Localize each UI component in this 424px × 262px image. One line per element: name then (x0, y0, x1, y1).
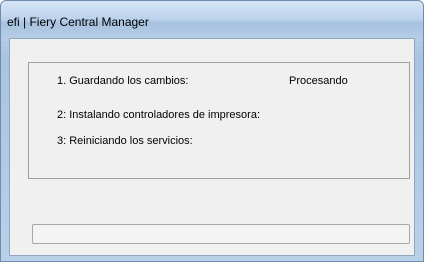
window-title: efi | Fiery Central Manager (7, 15, 149, 29)
step-1-status: Procesando (289, 75, 348, 87)
step-3-label: 3: Reiniciando los servicios: (57, 135, 193, 147)
progress-bar (32, 224, 410, 244)
installer-window: efi | Fiery Central Manager 1. Guardando… (0, 0, 424, 262)
step-1-label: 1. Guardando los cambios: (57, 75, 189, 87)
steps-panel: 1. Guardando los cambios: Procesando 2: … (28, 62, 410, 179)
step-2-label: 2: Instalando controladores de impresora… (57, 109, 261, 121)
title-bar[interactable]: efi | Fiery Central Manager (1, 1, 423, 41)
dialog-body: 1. Guardando los cambios: Procesando 2: … (9, 38, 415, 256)
